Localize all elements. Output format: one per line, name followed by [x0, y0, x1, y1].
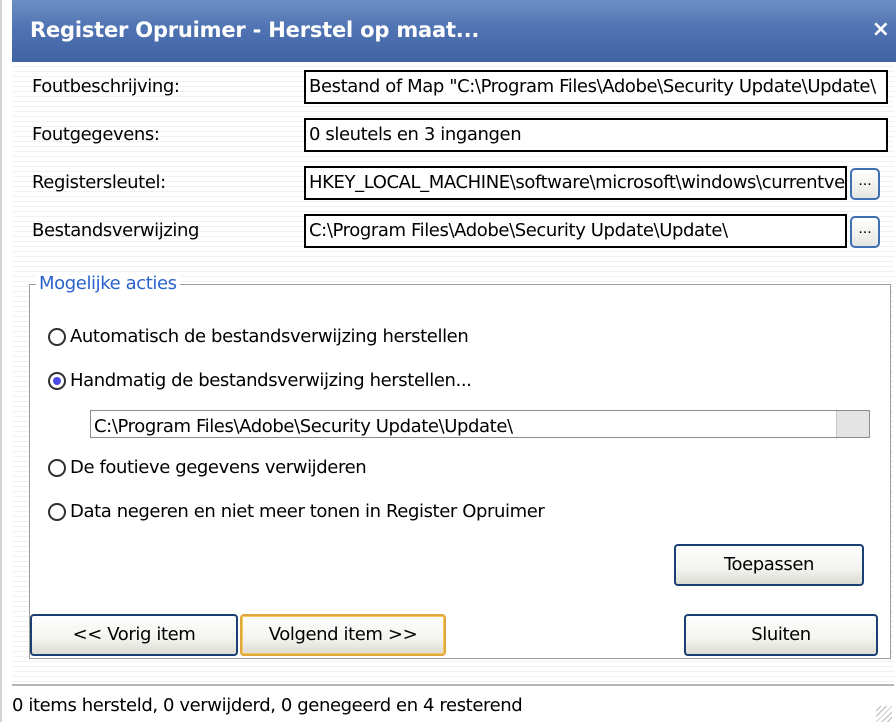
close-icon[interactable]: ×: [872, 17, 890, 42]
radio-button[interactable]: [48, 327, 66, 346]
repair-dialog: Register Opruimer - Herstel op maat... ×…: [0, 0, 896, 724]
radio-ignore-data[interactable]: Data negeren en niet meer tonen in Regis…: [48, 501, 545, 522]
details-label: Foutgegevens:: [32, 124, 160, 145]
registry-key-field[interactable]: HKEY_LOCAL_MACHINE\software\microsoft\wi…: [304, 166, 847, 200]
file-reference-field[interactable]: C:\Program Files\Adobe\Security Update\U…: [304, 214, 847, 248]
browse-file-button[interactable]: ...: [850, 216, 880, 248]
apply-button[interactable]: Toepassen: [674, 544, 864, 586]
next-item-button[interactable]: Volgend item >>: [240, 614, 446, 656]
registry-key-label: Registersleutel:: [32, 172, 166, 193]
radio-button[interactable]: [48, 458, 66, 477]
radio-delete-data[interactable]: De foutieve gegevens verwijderen: [48, 457, 367, 478]
path-scrollbar[interactable]: [836, 411, 869, 437]
description-label: Foutbeschrijving:: [32, 76, 180, 97]
radio-auto-repair[interactable]: Automatisch de bestandsverwijzing herste…: [48, 326, 469, 347]
status-text: 0 items hersteld, 0 verwijderd, 0 genege…: [12, 695, 523, 716]
radio-manual-repair[interactable]: Handmatig de bestandsverwijzing herstell…: [48, 370, 472, 391]
window-title: Register Opruimer - Herstel op maat...: [30, 18, 480, 42]
actions-group-title: Mogelijke acties: [36, 273, 180, 294]
resize-grip-icon[interactable]: [876, 706, 892, 722]
manual-path-input[interactable]: C:\Program Files\Adobe\Security Update\U…: [90, 410, 870, 438]
dialog-content: Foutbeschrijving: Bestand of Map "C:\Pro…: [12, 62, 894, 722]
status-bar: 0 items hersteld, 0 verwijderd, 0 genege…: [12, 684, 894, 724]
radio-label: Data negeren en niet meer tonen in Regis…: [70, 501, 545, 522]
details-field[interactable]: 0 sleutels en 3 ingangen: [304, 118, 888, 152]
radio-label: Handmatig de bestandsverwijzing herstell…: [70, 370, 472, 391]
radio-button[interactable]: [48, 502, 66, 521]
radio-button-selected[interactable]: [48, 371, 66, 390]
browse-registry-button[interactable]: ...: [850, 168, 880, 200]
file-reference-label: Bestandsverwijzing: [32, 220, 200, 241]
previous-item-button[interactable]: << Vorig item: [30, 614, 238, 656]
radio-label: Automatisch de bestandsverwijzing herste…: [70, 326, 469, 347]
description-field[interactable]: Bestand of Map "C:\Program Files\Adobe\S…: [304, 70, 888, 104]
title-bar: Register Opruimer - Herstel op maat... ×: [12, 0, 896, 62]
close-button[interactable]: Sluiten: [684, 614, 878, 656]
manual-path-value: C:\Program Files\Adobe\Security Update\U…: [94, 416, 513, 437]
radio-label: De foutieve gegevens verwijderen: [70, 457, 367, 478]
